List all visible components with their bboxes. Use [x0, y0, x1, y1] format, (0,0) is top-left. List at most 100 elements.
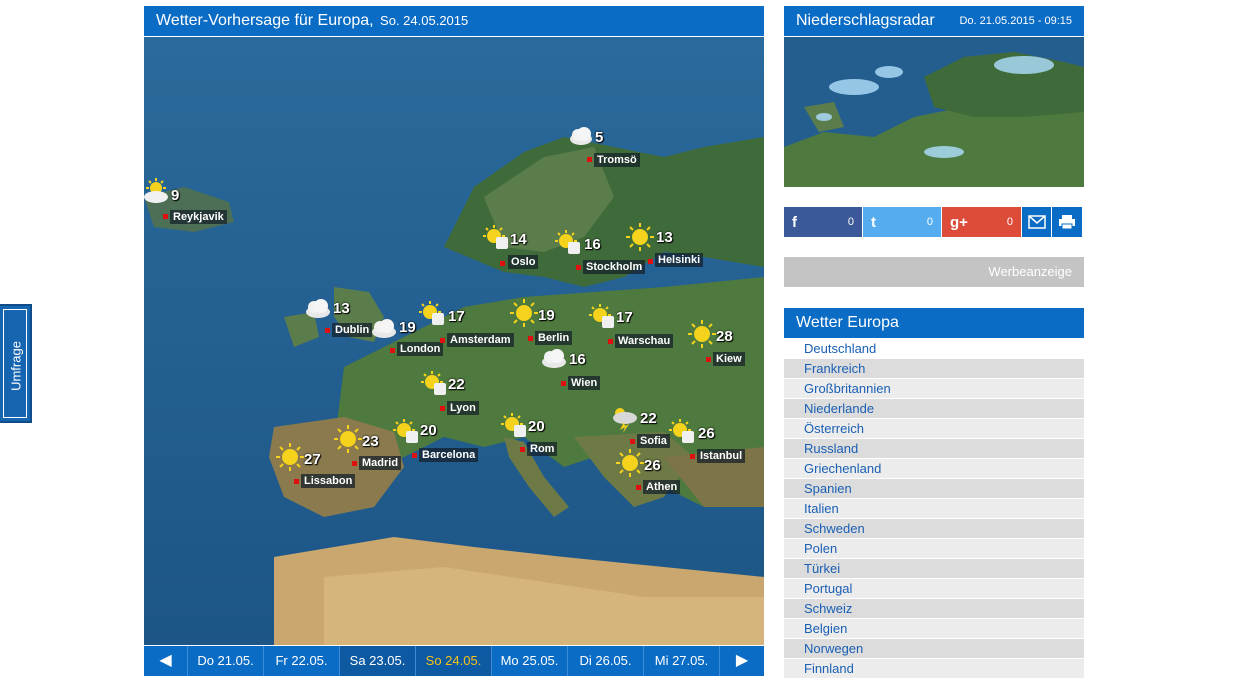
twitter-count: 0 — [926, 216, 933, 228]
city-temp: 5 — [595, 129, 604, 146]
city-name: Dublin — [332, 323, 373, 337]
google-plus-share-button[interactable]: g+ 0 — [942, 207, 1021, 237]
print-button[interactable] — [1052, 207, 1082, 237]
city-name: Kiew — [713, 352, 745, 366]
country-link[interactable]: Portugal — [784, 579, 1084, 598]
storm-icon — [610, 405, 637, 433]
sun-icon — [616, 449, 644, 477]
sun-icon — [510, 299, 538, 327]
forecast-title: Wetter-Vorhersage für Europa, — [156, 12, 374, 29]
city-dot — [636, 485, 641, 490]
country-link[interactable]: Schweiz — [784, 599, 1084, 618]
city-temp: 26 — [644, 457, 661, 474]
print-icon — [1059, 215, 1075, 230]
sun-cloud-icon — [482, 225, 508, 251]
city-temp: 23 — [362, 433, 379, 450]
city-dot — [561, 381, 566, 386]
city-dot — [163, 214, 168, 219]
day-tab[interactable]: Fr 22.05. — [264, 646, 340, 676]
radar-map[interactable] — [784, 37, 1084, 187]
twitter-icon: t — [871, 213, 876, 231]
cloud-icon — [370, 315, 396, 341]
country-link[interactable]: Norwegen — [784, 639, 1084, 658]
cloud-icon — [568, 123, 594, 149]
country-link[interactable]: Finnland — [784, 659, 1084, 678]
country-link[interactable]: Spanien — [784, 479, 1084, 498]
sun-cloud-icon — [668, 419, 694, 445]
city-temp: 17 — [448, 308, 465, 325]
next-day-button[interactable]: ▶ — [720, 646, 764, 676]
city-dot — [440, 338, 445, 343]
country-link[interactable]: Deutschland — [784, 339, 1084, 358]
umfrage-tab[interactable]: Umfrage — [0, 304, 32, 423]
google-plus-icon: g+ — [950, 213, 968, 231]
day-tab[interactable]: Di 26.05. — [568, 646, 644, 676]
country-link[interactable]: Österreich — [784, 419, 1084, 438]
city-name: Warschau — [615, 334, 674, 348]
city-name: Athen — [643, 480, 681, 494]
city-temp: 22 — [448, 376, 465, 393]
city-temp: 26 — [698, 425, 715, 442]
europe-weather-map[interactable]: 5 Tromsö 9 Reykjavik 14 Oslo 16 Stockhol… — [144, 37, 764, 645]
day-tab[interactable]: Mi 27.05. — [644, 646, 720, 676]
city-temp: 16 — [584, 236, 601, 253]
sun-cloud-icon — [392, 419, 418, 445]
country-link[interactable]: Großbritannien — [784, 379, 1084, 398]
day-tab[interactable]: Mo 25.05. — [492, 646, 568, 676]
social-share-bar: f 0 t 0 g+ 0 — [784, 207, 1083, 237]
email-button[interactable] — [1022, 207, 1051, 237]
country-link[interactable]: Belgien — [784, 619, 1084, 638]
city-temp: 13 — [333, 300, 350, 317]
facebook-share-button[interactable]: f 0 — [784, 207, 862, 237]
country-link[interactable]: Italien — [784, 499, 1084, 518]
city-temp: 14 — [510, 231, 527, 248]
city-temp: 27 — [304, 451, 321, 468]
country-link[interactable]: Niederlande — [784, 399, 1084, 418]
country-link[interactable]: Russland — [784, 439, 1084, 458]
city-temp: 19 — [399, 319, 416, 336]
city-name: Sofia — [637, 434, 670, 448]
city-dot — [608, 339, 613, 344]
city-name: Lyon — [447, 401, 479, 415]
city-dot — [587, 157, 592, 162]
city-dot — [390, 348, 395, 353]
country-link[interactable]: Griechenland — [784, 459, 1084, 478]
city-name: Helsinki — [655, 253, 704, 267]
country-link[interactable]: Türkei — [784, 559, 1084, 578]
radar-timestamp: Do. 21.05.2015 - 09:15 — [959, 15, 1072, 27]
sun-cloud-icon — [418, 301, 444, 327]
city-name: Barcelona — [419, 448, 479, 462]
twitter-share-button[interactable]: t 0 — [863, 207, 941, 237]
country-link[interactable]: Polen — [784, 539, 1084, 558]
city-name: Amsterdam — [447, 333, 514, 347]
city-temp: 20 — [420, 422, 437, 439]
day-tab-active[interactable]: So 24.05. — [416, 646, 492, 676]
city-dot — [706, 357, 711, 362]
prev-day-button[interactable]: ◀ — [144, 646, 188, 676]
country-list: Deutschland Frankreich Großbritannien Ni… — [784, 339, 1084, 679]
sun-cloud-icon — [554, 230, 580, 256]
facebook-count: 0 — [847, 216, 854, 228]
city-name: Lissabon — [301, 474, 356, 488]
country-link[interactable]: Schweden — [784, 519, 1084, 538]
city-dot — [412, 453, 417, 458]
city-dot — [528, 336, 533, 341]
day-tab[interactable]: Sa 23.05. — [340, 646, 416, 676]
sun-icon — [334, 425, 362, 453]
city-name: Madrid — [359, 456, 402, 470]
sun-icon — [626, 223, 654, 251]
city-dot — [500, 261, 505, 266]
city-temp: 17 — [616, 309, 633, 326]
city-dot — [520, 447, 525, 452]
city-dot — [648, 259, 653, 264]
google-plus-count: 0 — [1006, 216, 1013, 228]
ad-label: Werbeanzeige — [784, 257, 1084, 287]
city-dot — [325, 328, 330, 333]
city-name: Wien — [568, 376, 601, 390]
city-name: Tromsö — [594, 153, 640, 167]
sun-icon — [276, 443, 304, 471]
country-link[interactable]: Frankreich — [784, 359, 1084, 378]
city-temp: 16 — [569, 351, 586, 368]
day-tab[interactable]: Do 21.05. — [188, 646, 264, 676]
city-temp: 28 — [716, 328, 733, 345]
